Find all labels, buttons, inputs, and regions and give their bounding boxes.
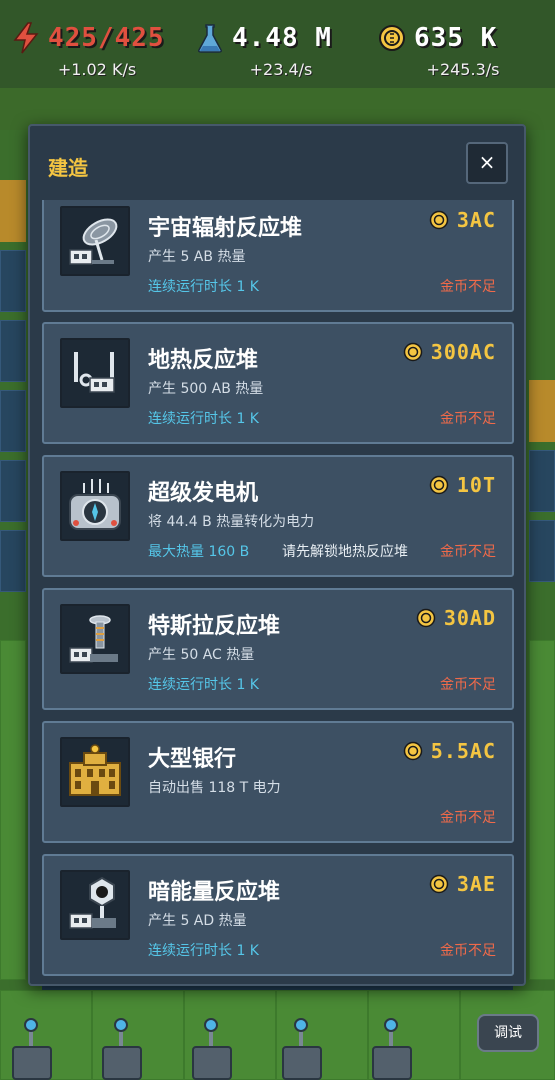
board-machine-icon[interactable]	[280, 1018, 324, 1080]
heat-rate: +23.4/s	[249, 60, 313, 79]
building-name: 特斯拉反应堆	[148, 614, 281, 639]
cosmic-radiation-reactor-icon	[60, 206, 130, 276]
price-amount: 10T	[456, 473, 496, 497]
power-rate: +1.02 K/s	[57, 60, 137, 79]
building-extra: 最大热量 160 B	[148, 544, 250, 560]
large-bank-icon	[60, 737, 130, 807]
board-grass-tile	[529, 640, 555, 980]
status-badge: 金币不足	[440, 810, 496, 826]
price-amount: 5.5AC	[430, 739, 496, 763]
dark-energy-reactor-icon	[60, 870, 130, 940]
board-cell	[0, 390, 26, 452]
building-name: 暗能量反应堆	[148, 880, 281, 905]
lightning-bolt-icon	[13, 22, 39, 54]
building-extra: 连续运行时长 1 K	[148, 411, 259, 427]
money-resource: 635 K +245.3/s	[378, 18, 548, 79]
building-name: 地热反应堆	[148, 348, 259, 373]
tesla-reactor-icon	[60, 604, 130, 674]
status-badge: 金币不足	[440, 943, 496, 959]
building-desc: 将 44.4 B 热量转化为电力	[148, 514, 315, 530]
building-price: 3AC	[429, 208, 496, 232]
status-badge: 金币不足	[440, 411, 496, 427]
building-requirement: 请先解锁地热反应堆	[282, 544, 408, 560]
building-card[interactable]: 大型银行 自动出售 118 T 电力 5.5AC 金币不足	[42, 721, 514, 843]
board-grass-tile	[0, 640, 26, 980]
close-button[interactable]: ×	[466, 142, 508, 184]
heat-value: 4.48 M	[232, 23, 332, 53]
building-desc: 产生 5 AB 热量	[148, 249, 246, 265]
building-desc: 产生 5 AD 热量	[148, 913, 247, 929]
coin-icon	[379, 25, 405, 51]
board-machine-icon[interactable]	[100, 1018, 144, 1080]
board-cell	[529, 450, 555, 512]
building-extra: 连续运行时长 1 K	[148, 279, 259, 295]
dialog-title: 建造	[48, 156, 88, 180]
board-machine-icon[interactable]	[370, 1018, 414, 1080]
building-desc: 自动出售 118 T 电力	[148, 780, 281, 796]
building-desc: 产生 500 AB 热量	[148, 381, 264, 397]
coin-icon	[403, 342, 423, 362]
power-resource: 425/425 +1.02 K/s	[12, 18, 182, 79]
building-list[interactable]: 宇宙辐射反应堆 产生 5 AB 热量 连续运行时长 1 K 3AC 金币不足 地…	[40, 200, 516, 980]
building-name: 大型银行	[148, 747, 237, 772]
power-value: 425/425	[48, 23, 165, 53]
price-amount: 300AC	[430, 340, 496, 364]
building-price: 300AC	[403, 340, 496, 364]
building-price: 3AE	[429, 872, 496, 896]
building-name: 宇宙辐射反应堆	[148, 216, 303, 241]
heat-resource: 4.48 M +23.4/s	[196, 18, 366, 79]
building-price: 5.5AC	[403, 739, 496, 763]
coin-icon	[429, 475, 449, 495]
status-badge: 金币不足	[440, 677, 496, 693]
build-dialog: 建造 × 宇宙辐射反应堆 产生 5 AB 热量 连续运行时长 1 K 3AC 金…	[28, 124, 526, 986]
coin-icon	[429, 874, 449, 894]
building-price: 30AD	[416, 606, 496, 630]
building-card[interactable]: 特斯拉反应堆 产生 50 AC 热量 连续运行时长 1 K 30AD 金币不足	[42, 588, 514, 710]
dialog-header: 建造 ×	[30, 126, 524, 202]
price-amount: 3AE	[456, 872, 496, 896]
building-extra: 连续运行时长 1 K	[148, 677, 259, 693]
building-extra: 连续运行时长 1 K	[148, 943, 259, 959]
geothermal-reactor-icon	[60, 338, 130, 408]
flask-icon	[198, 24, 222, 53]
super-generator-icon	[60, 471, 130, 541]
coin-icon	[403, 741, 423, 761]
price-amount: 30AD	[443, 606, 496, 630]
building-card[interactable]: 地热反应堆 产生 500 AB 热量 连续运行时长 1 K 300AC 金币不足	[42, 322, 514, 444]
board-machine-icon[interactable]	[10, 1018, 54, 1080]
coin-icon	[416, 608, 436, 628]
building-card[interactable]: 超级发电机 将 44.4 B 热量转化为电力 最大热量 160 B 请先解锁地热…	[42, 455, 514, 577]
board-cell	[0, 530, 26, 592]
board-cell	[0, 250, 26, 312]
board-bottom-area	[0, 990, 555, 1080]
building-desc: 产生 50 AC 热量	[148, 647, 255, 663]
debug-button[interactable]: 调试	[477, 1014, 539, 1052]
building-price: 10T	[429, 473, 496, 497]
board-machine-icon[interactable]	[190, 1018, 234, 1080]
building-card[interactable]: 宇宙辐射反应堆 产生 5 AB 热量 连续运行时长 1 K 3AC 金币不足	[42, 200, 514, 312]
building-card[interactable]: 暗能量反应堆 产生 5 AD 热量 连续运行时长 1 K 3AE 金币不足	[42, 854, 514, 976]
coin-icon	[429, 210, 449, 230]
board-cell	[529, 520, 555, 582]
status-badge: 金币不足	[440, 544, 496, 560]
board-cell	[0, 180, 26, 242]
resource-bar: 425/425 +1.02 K/s 4.48 M +23.4/s 635 K +…	[0, 0, 555, 88]
money-value: 635 K	[414, 23, 498, 53]
building-name: 超级发电机	[148, 481, 259, 506]
board-cell	[0, 320, 26, 382]
board-cell	[529, 380, 555, 442]
status-badge: 金币不足	[440, 279, 496, 295]
board-cell	[0, 460, 26, 522]
price-amount: 3AC	[456, 208, 496, 232]
money-rate: +245.3/s	[426, 60, 500, 79]
